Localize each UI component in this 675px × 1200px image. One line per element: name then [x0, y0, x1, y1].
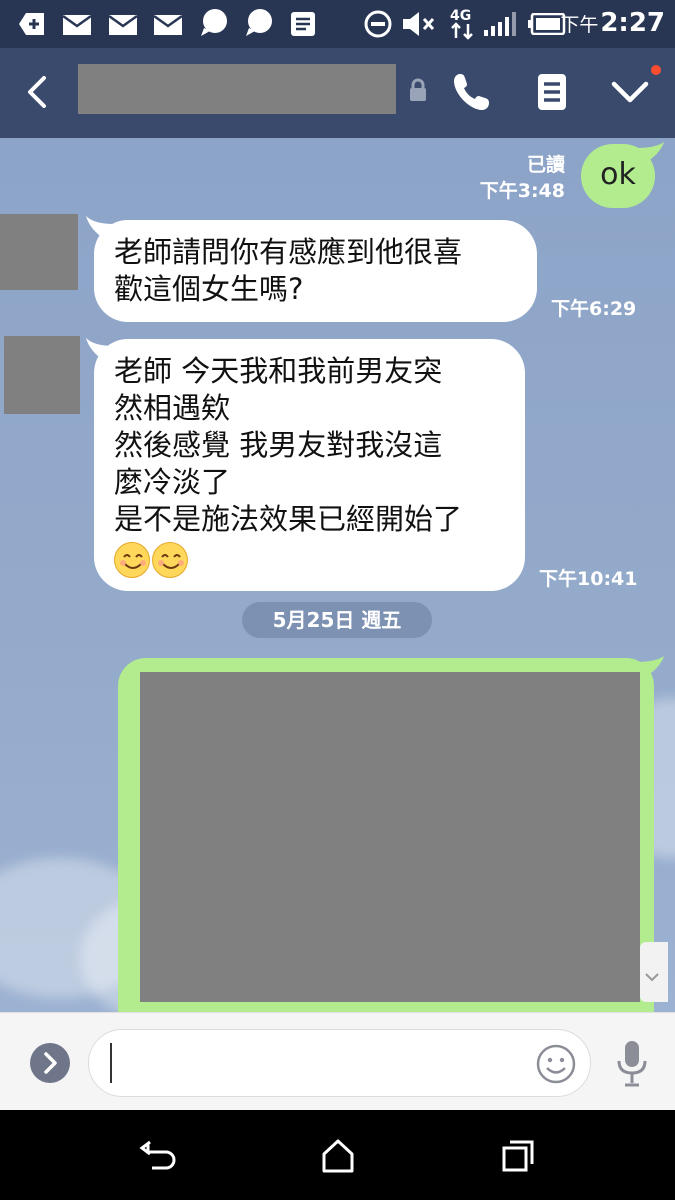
message-bubble-other[interactable]: 老師請問你有感應到他很喜 歡這個女生嗎?	[94, 220, 537, 322]
lock-icon	[410, 78, 426, 101]
status-bar: 4G 下午2:27	[0, 0, 675, 48]
text-caret	[110, 1043, 112, 1083]
read-receipt: 已讀	[526, 154, 565, 176]
mute-icon	[403, 12, 435, 36]
back-icon[interactable]	[138, 1136, 178, 1176]
chat-area[interactable]: 已讀 下午3:48 ok 老師請問你有感應到他很喜 歡這個女生嗎? 下午6:29…	[0, 138, 675, 1012]
message-line: 老師 今天我和我前男友突	[114, 354, 443, 388]
system-nav-bar	[0, 1110, 675, 1200]
mail-icon	[153, 14, 183, 35]
chevron-right-icon	[44, 1052, 57, 1074]
message-line: 是不是施法效果已經開始了	[114, 502, 463, 536]
clock-period: 下午	[560, 14, 599, 36]
mail-icon	[108, 14, 138, 35]
avatar[interactable]	[4, 336, 80, 414]
phone-icon[interactable]	[450, 70, 494, 114]
emoji-picker-icon[interactable]	[535, 1043, 577, 1085]
message-timestamp: 下午6:29	[551, 294, 636, 321]
image-attachment[interactable]	[140, 672, 640, 1002]
back-chevron-icon[interactable]	[18, 72, 58, 112]
signal-icon	[484, 12, 516, 36]
chat-header	[0, 48, 675, 138]
mail-icon	[62, 14, 92, 35]
timestamp-period: 下午	[479, 180, 518, 202]
timestamp-period: 下午	[539, 568, 578, 590]
add-notification-icon	[19, 13, 44, 35]
timestamp-time: 10:41	[577, 568, 638, 590]
message-input[interactable]	[88, 1029, 591, 1097]
timestamp-period: 下午	[551, 298, 590, 320]
network-4g-icon: 4G	[450, 8, 473, 40]
date-separator: 5月25日 週五	[242, 602, 432, 638]
smiling-face-icon	[152, 542, 188, 578]
chevron-down-icon[interactable]	[608, 70, 652, 114]
message-line: 然後感覺 我男友對我沒這	[114, 428, 443, 462]
document-icon	[291, 12, 315, 36]
expand-menu-button[interactable]	[30, 1043, 70, 1083]
notification-dot	[651, 65, 661, 75]
message-status: 已讀 下午3:48	[480, 152, 565, 204]
message-bubble-other[interactable]: 老師 今天我和我前男友突 然相遇欸 然後感覺 我男友對我沒這 麼冷淡了 是不是施…	[94, 339, 525, 591]
do-not-disturb-icon	[364, 10, 392, 38]
message-line: 老師請問你有感應到他很喜	[114, 235, 463, 269]
microphone-icon[interactable]	[612, 1039, 652, 1089]
emoji-row	[114, 540, 505, 578]
recent-apps-icon[interactable]	[498, 1136, 538, 1176]
scroll-down-button[interactable]	[640, 942, 668, 1002]
message-line: 歡這個女生嗎?	[114, 272, 304, 306]
message-line: 麼冷淡了	[114, 465, 231, 499]
message-input-bar	[0, 1012, 675, 1110]
chat-bubble-icon	[201, 9, 227, 36]
contact-name[interactable]	[78, 64, 396, 114]
message-timestamp: 下午3:48	[480, 178, 565, 204]
home-icon[interactable]	[318, 1136, 358, 1176]
smiling-face-icon	[114, 542, 150, 578]
timestamp-time: 3:48	[517, 180, 565, 202]
clock: 下午2:27	[560, 8, 665, 38]
avatar[interactable]	[0, 214, 78, 290]
svg-text:4G: 4G	[450, 8, 471, 24]
message-bubble-own[interactable]: ok	[581, 144, 655, 208]
notes-icon[interactable]	[530, 70, 574, 114]
clock-time: 2:27	[600, 8, 665, 38]
chevron-down-icon	[645, 973, 659, 982]
timestamp-time: 6:29	[589, 298, 637, 320]
chat-bubble-icon	[246, 9, 272, 36]
message-line: 然相遇欸	[114, 391, 231, 425]
message-timestamp: 下午10:41	[539, 564, 638, 591]
